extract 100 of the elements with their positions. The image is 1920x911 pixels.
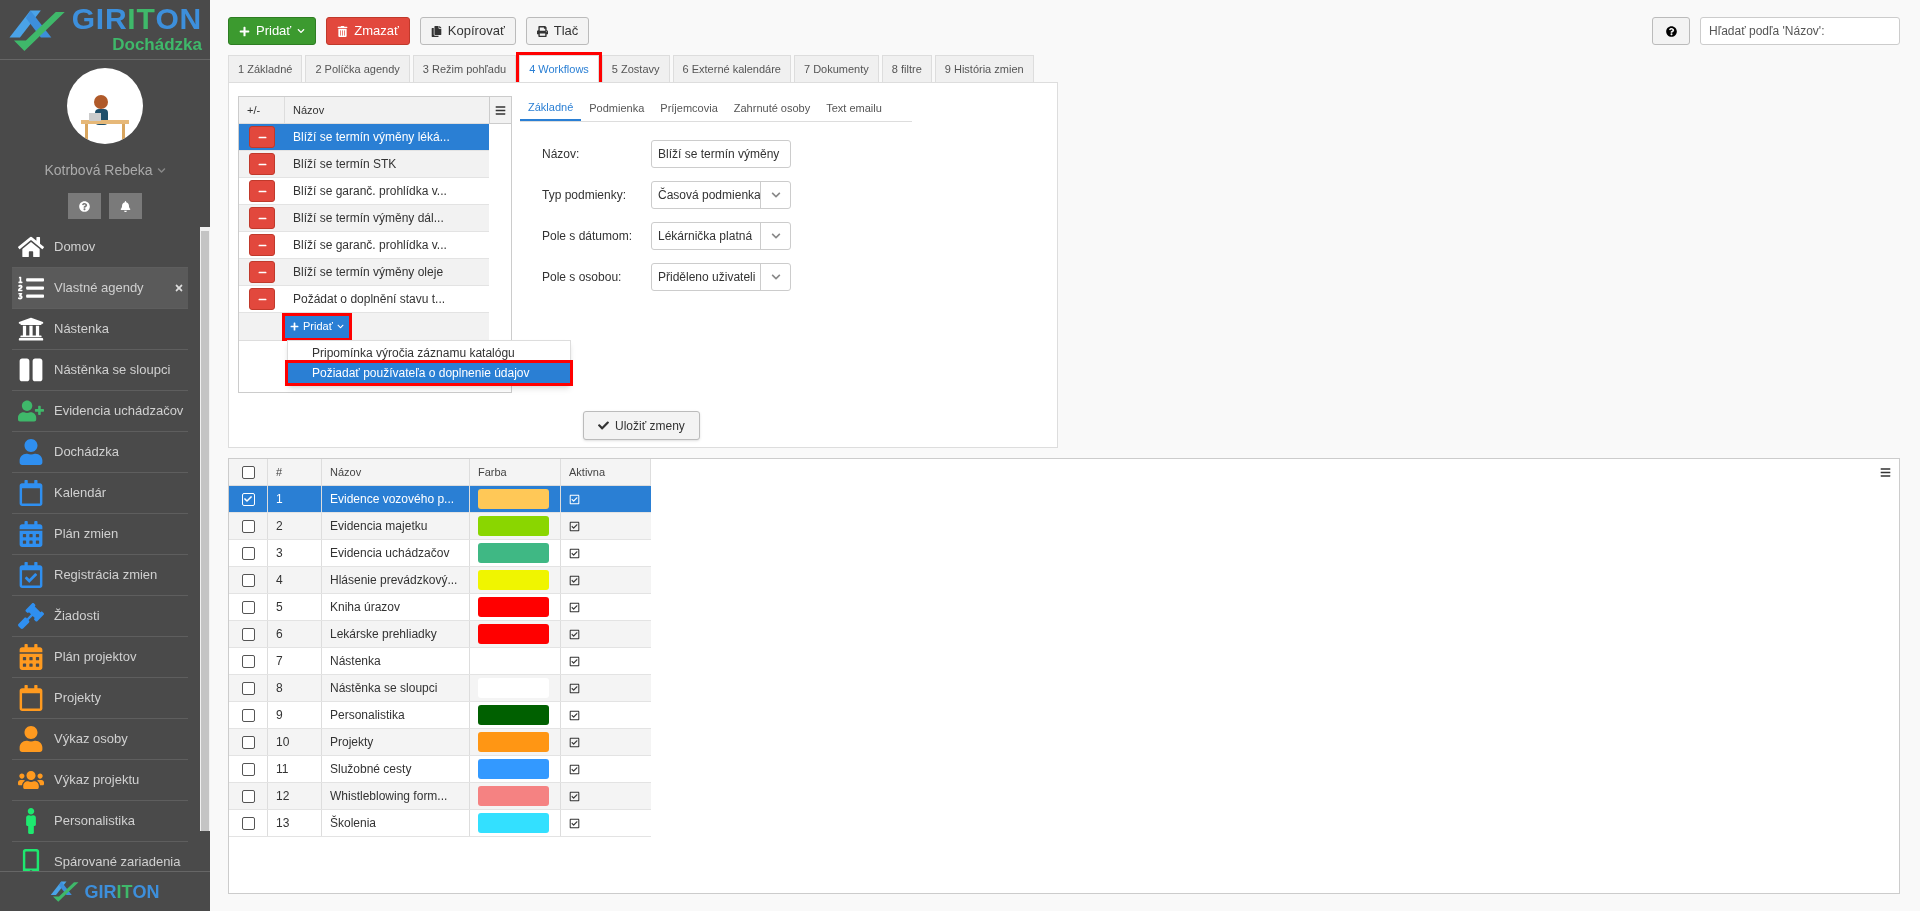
toolbar-button[interactable]: Kopírovať [419,17,516,45]
table-row[interactable]: 2 Evidencia majetku [229,513,651,540]
menu-icon[interactable] [1880,467,1891,478]
remove-button[interactable] [249,288,275,310]
tab[interactable]: 8 filtre [881,55,932,82]
toolbar-button[interactable]: Tlač [525,17,590,45]
menu-icon[interactable] [495,104,507,116]
menu-item[interactable]: Žiadosti [12,596,188,637]
help-icon [79,200,90,212]
detail-tab[interactable]: Príjemcovia [652,96,726,121]
bell-icon [120,200,131,212]
toolbar-button[interactable]: Pridať [228,17,317,45]
checkbox[interactable] [241,519,255,533]
select-field[interactable]: Lékárnička platná [651,222,791,250]
detail-tab[interactable]: Základné [520,96,582,121]
menu-item[interactable]: Výkaz projektu [12,760,188,801]
workflow-row[interactable]: Blíží se garanč. prohlídka v... [239,178,490,205]
checkbox[interactable] [241,762,255,776]
check-icon [244,495,252,503]
tab[interactable]: 6 Externé kalendáre [672,55,791,82]
detail-tab[interactable]: Zahrnuté osoby [725,96,819,121]
field-label: Pole s dátumom: [542,228,634,245]
workflow-row[interactable]: Blíží se termín STK [239,151,490,178]
table-row[interactable]: 10 Projekty [229,729,651,756]
select-field[interactable]: Časová podmienka [651,181,791,209]
table-row[interactable]: 3 Evidencia uchádzačov [229,540,651,567]
table-row[interactable]: 5 Kniha úrazov [229,594,651,621]
table-row[interactable]: 8 Nástěnka se sloupci [229,675,651,702]
menu-item[interactable]: Nástěnka se sloupci [12,350,188,391]
tab[interactable]: 5 Zostavy [601,55,670,82]
checkbox[interactable] [241,681,255,695]
checkbox[interactable] [241,816,255,830]
tab[interactable]: 4 Workflows [519,55,599,82]
scrollbar[interactable] [201,231,209,831]
field-label: Pole s osobou: [542,269,623,286]
checkbox[interactable] [241,465,255,479]
chevron-icon [770,231,781,241]
workflow-row[interactable]: Blíží se termín výměny dál... [239,205,490,232]
remove-button[interactable] [249,180,275,202]
detail-tab[interactable]: Podmienka [581,96,653,121]
menu-item[interactable]: Výkaz osoby [12,719,188,760]
text-field[interactable]: Blíží se termín výměny [651,140,791,168]
workflow-row[interactable]: Požádat o doplnění stavu t... [239,286,490,313]
close-icon[interactable] [174,283,184,293]
menu-item[interactable]: Projekty [12,678,188,719]
menu-item[interactable]: Kalendár [12,473,188,514]
menu-item[interactable]: Plán projektov [12,637,188,678]
table-row[interactable]: 1 Evidence vozového p... [229,486,651,513]
checkbox[interactable] [241,600,255,614]
workflow-row[interactable]: Blíží se termín výměny léká... [239,124,490,151]
menu-item[interactable]: Personalistika [12,801,188,842]
menu-item[interactable]: Nástenka [12,309,188,350]
table-cell: Projekty [322,729,470,755]
save-button[interactable]: Uložiť zmeny [583,411,700,440]
tab[interactable]: 3 Režim pohľadu [412,55,517,82]
print-icon [536,25,548,37]
user-name[interactable]: Kotrbová Rebeka [44,160,153,181]
tab[interactable]: 9 História zmien [934,55,1034,82]
checkbox[interactable] [241,546,255,560]
detail-tab[interactable]: Text emailu [818,96,890,121]
table-row[interactable]: 12 Whistleblowing form... [229,783,651,810]
menu-item[interactable]: Registrácia zmien [12,555,188,596]
logo-icon [50,880,81,903]
tab[interactable]: 7 Dokumenty [794,55,879,82]
row-number: 13 [268,810,322,836]
table-row[interactable]: 11 Služobné cesty [229,756,651,783]
remove-button[interactable] [249,234,275,256]
workflow-row[interactable]: Blíží se garanč. prohlídka v... [239,232,490,259]
search-field[interactable]: Hľadať podľa 'Názov': [1700,17,1900,45]
menu-item[interactable]: Vlastné agendy [12,268,188,309]
notifications-button[interactable] [109,193,142,219]
row-number: 1 [268,486,322,512]
checkbox[interactable] [241,627,255,641]
add-button[interactable]: Pridať [285,315,349,338]
help-button[interactable] [1652,17,1690,45]
delete-icon [337,25,349,37]
copy-icon [430,25,442,37]
menu-item[interactable]: Evidencia uchádzačov [12,391,188,432]
menu-option[interactable]: Pripomínka výročia záznamu katalógu [288,343,570,363]
table-row[interactable]: 6 Lekárske prehliadky [229,621,651,648]
tab[interactable]: 2 Políčka agendy [305,55,410,82]
tab[interactable]: 1 Základné [228,55,303,82]
table-row[interactable]: 7 Nástenka [229,648,651,675]
menu-option[interactable]: Požiadať používateľa o doplnenie údajov [288,363,570,383]
checkbox[interactable] [241,573,255,587]
table-row[interactable]: 4 Hlásenie prevádzkový... [229,567,651,594]
select-field[interactable]: Přiděleno uživateli [651,263,791,291]
toolbar-button[interactable]: Zmazať [326,17,410,45]
menu-item[interactable]: Dochádzka [12,432,188,473]
column-header: Názov [322,459,470,485]
checkbox[interactable] [241,708,255,722]
menu-item[interactable]: Plán zmien [12,514,188,555]
checkbox[interactable] [241,735,255,749]
checkbox[interactable] [241,654,255,668]
chevron-icon [156,166,166,175]
table-row[interactable]: 13 Školenia [229,810,651,837]
checkbox[interactable] [241,789,255,803]
workflow-row[interactable]: Blíží se termín výměny oleje [239,259,490,286]
table-row[interactable]: 9 Personalistika [229,702,651,729]
row-number: 9 [268,702,322,728]
